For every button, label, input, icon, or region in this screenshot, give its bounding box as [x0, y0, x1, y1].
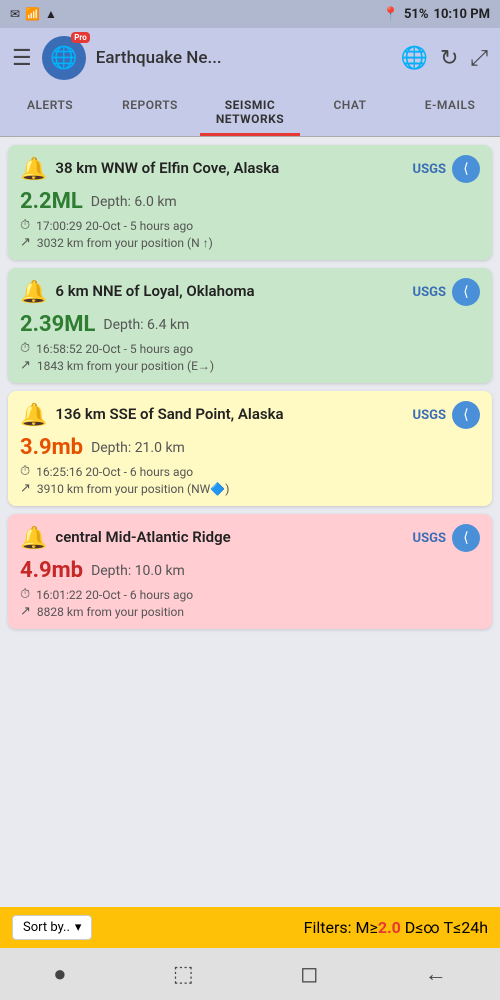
header-left: ☰ 🌐 Pro Earthquake Ne... — [12, 36, 222, 80]
signal-icon: 📶 — [25, 7, 40, 21]
tab-alerts[interactable]: ALERTS — [0, 88, 100, 136]
nav-home-icon[interactable]: ● — [53, 961, 66, 987]
earthquake-icon-1: 🔔 — [20, 157, 47, 182]
earthquake-magnitude-3: 3.9mb — [20, 435, 83, 460]
time-icon-1: ⏱ — [20, 218, 30, 233]
earthquake-depth-1: Depth: 6.0 km — [91, 194, 177, 210]
earthquake-magnitude-4: 4.9mb — [20, 558, 83, 583]
earthquake-time-1: 17:00:29 20-Oct - 5 hours ago — [36, 219, 193, 233]
share-button-1[interactable]: ⟨ — [452, 155, 480, 183]
time-icon-2: ⏱ — [20, 341, 30, 356]
earthquake-time-3: 16:25:16 20-Oct - 6 hours ago — [36, 465, 193, 479]
message-icon: ✉ — [10, 7, 20, 21]
bottom-bar: Sort by.. ▾ Filters: M≥2.0 D≤∞ T≤24h ● ⬚… — [0, 907, 500, 1000]
earthquake-source-2: USGS — [413, 285, 446, 300]
pro-badge: Pro — [71, 32, 89, 43]
tab-emails[interactable]: E-MAILS — [400, 88, 500, 136]
app-logo: 🌐 Pro — [42, 36, 86, 80]
navigation-bar: ● ⬚ ◻ ← — [0, 948, 500, 1000]
earthquake-source-4: USGS — [413, 531, 446, 546]
expand-icon[interactable]: ⤢ — [470, 46, 488, 71]
sort-button[interactable]: Sort by.. ▾ — [12, 915, 92, 940]
earthquake-icon-2: 🔔 — [20, 280, 47, 305]
earthquake-time-4: 16:01:22 20-Oct - 6 hours ago — [36, 588, 193, 602]
earthquake-card-1[interactable]: 🔔 38 km WNW of Elfin Cove, Alaska USGS ⟨… — [8, 145, 492, 260]
share-button-3[interactable]: ⟨ — [452, 401, 480, 429]
battery-text: 51% — [404, 7, 429, 22]
globe-icon: 🌐 — [50, 46, 77, 71]
earthquake-location-4: central Mid-Atlantic Ridge — [55, 528, 412, 548]
earthquake-card-4[interactable]: 🔔 central Mid-Atlantic Ridge USGS ⟨ 4.9m… — [8, 514, 492, 629]
filter-mag: 2.0 — [378, 918, 401, 937]
app-title: Earthquake Ne... — [96, 48, 222, 68]
distance-icon-2: ↗ — [20, 358, 31, 373]
refresh-icon[interactable]: ↻ — [440, 46, 458, 71]
location-icon: 📍 — [383, 7, 399, 22]
filter-info: Filters: M≥2.0 D≤∞ T≤24h — [304, 918, 488, 937]
sort-label: Sort by.. — [23, 920, 70, 935]
nav-back-icon[interactable]: ← — [425, 961, 447, 987]
menu-icon[interactable]: ☰ — [12, 46, 32, 71]
time-icon-4: ⏱ — [20, 587, 30, 602]
status-bar: ✉ 📶 ▲ 📍 51% 10:10 PM — [0, 0, 500, 28]
distance-icon-1: ↗ — [20, 235, 31, 250]
app-header: ☰ 🌐 Pro Earthquake Ne... 🌐 ↻ ⤢ — [0, 28, 500, 88]
distance-icon-3: ↗ — [20, 481, 31, 496]
tab-bar: ALERTS REPORTS SEISMIC NETWORKS CHAT E-M… — [0, 88, 500, 137]
sort-chevron-icon: ▾ — [75, 920, 82, 935]
status-right: 📍 51% 10:10 PM — [383, 7, 490, 22]
earthquake-card-2[interactable]: 🔔 6 km NNE of Loyal, Oklahoma USGS ⟨ 2.3… — [8, 268, 492, 383]
time-icon-3: ⏱ — [20, 464, 30, 479]
tab-reports[interactable]: REPORTS — [100, 88, 200, 136]
earthquake-depth-2: Depth: 6.4 km — [103, 317, 189, 333]
earthquake-distance-3: 3910 km from your position (NW🔷) — [37, 482, 230, 496]
earthquake-location-2: 6 km NNE of Loyal, Oklahoma — [55, 282, 412, 302]
time-text: 10:10 PM — [434, 7, 491, 22]
nav-square-icon[interactable]: ◻ — [300, 962, 318, 987]
earthquake-list: 🔔 38 km WNW of Elfin Cove, Alaska USGS ⟨… — [0, 137, 500, 737]
status-left: ✉ 📶 ▲ — [10, 7, 57, 21]
earthquake-source-3: USGS — [413, 408, 446, 423]
distance-icon-4: ↗ — [20, 604, 31, 619]
earthquake-depth-4: Depth: 10.0 km — [91, 563, 185, 579]
tab-seismic[interactable]: SEISMIC NETWORKS — [200, 88, 300, 136]
earthquake-location-3: 136 km SSE of Sand Point, Alaska — [55, 405, 412, 425]
earthquake-location-1: 38 km WNW of Elfin Cove, Alaska — [55, 159, 412, 179]
earthquake-distance-2: 1843 km from your position (E→) — [37, 359, 214, 373]
filter-text: Filters: M≥ — [304, 918, 378, 937]
earthquake-depth-3: Depth: 21.0 km — [91, 440, 185, 456]
earthquake-icon-3: 🔔 — [20, 403, 47, 428]
globe-nav-icon[interactable]: 🌐 — [401, 46, 428, 71]
share-button-4[interactable]: ⟨ — [452, 524, 480, 552]
earthquake-source-1: USGS — [413, 162, 446, 177]
earthquake-icon-4: 🔔 — [20, 526, 47, 551]
tab-chat[interactable]: CHAT — [300, 88, 400, 136]
earthquake-distance-4: 8828 km from your position — [37, 605, 184, 619]
filter-rest: D≤∞ T≤24h — [401, 918, 488, 937]
earthquake-card-3[interactable]: 🔔 136 km SSE of Sand Point, Alaska USGS … — [8, 391, 492, 506]
earthquake-magnitude-2: 2.39ML — [20, 312, 95, 337]
earthquake-time-2: 16:58:52 20-Oct - 5 hours ago — [36, 342, 193, 356]
earthquake-magnitude-1: 2.2ML — [20, 189, 83, 214]
nav-menu-icon[interactable]: ⬚ — [173, 962, 194, 987]
header-icons: 🌐 ↻ ⤢ — [401, 46, 488, 71]
wifi-icon: ▲ — [45, 7, 57, 21]
share-button-2[interactable]: ⟨ — [452, 278, 480, 306]
earthquake-distance-1: 3032 km from your position (N ↑) — [37, 236, 213, 250]
filter-bar: Sort by.. ▾ Filters: M≥2.0 D≤∞ T≤24h — [0, 907, 500, 948]
